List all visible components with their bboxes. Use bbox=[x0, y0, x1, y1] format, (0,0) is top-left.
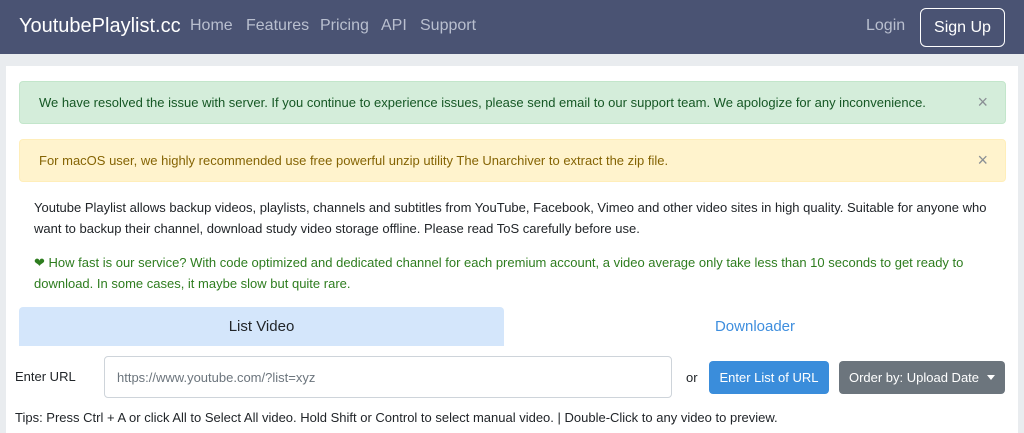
nav-home-link[interactable]: Home bbox=[190, 17, 233, 35]
nav-features-link[interactable]: Features bbox=[246, 17, 309, 35]
enter-list-of-url-button[interactable]: Enter List of URL bbox=[709, 361, 829, 394]
brand-logo[interactable]: YoutubePlaylist.cc bbox=[19, 15, 181, 38]
heart-icon: ❤ bbox=[34, 255, 45, 270]
nav-api-link[interactable]: API bbox=[381, 17, 407, 35]
caret-down-icon bbox=[987, 375, 996, 380]
tab-downloader[interactable]: Downloader bbox=[504, 307, 1006, 346]
url-label: Enter URL bbox=[15, 369, 76, 384]
signup-button[interactable]: Sign Up bbox=[920, 8, 1005, 47]
macos-unzip-alert: For macOS user, we highly recommended us… bbox=[19, 139, 1006, 182]
server-resolved-alert: We have resolved the issue with server. … bbox=[19, 81, 1006, 124]
or-separator: or bbox=[686, 370, 698, 385]
order-by-dropdown[interactable]: Order by: Upload Date bbox=[839, 361, 1005, 394]
speed-note-text: How fast is our service? With code optim… bbox=[34, 255, 964, 291]
tips-text: Tips: Press Ctrl + A or click All to Sel… bbox=[15, 410, 778, 425]
success-alert-text: We have resolved the issue with server. … bbox=[39, 95, 926, 110]
service-description: Youtube Playlist allows backup videos, p… bbox=[34, 200, 987, 236]
nav-pricing-link[interactable]: Pricing bbox=[320, 17, 369, 35]
warning-alert-text: For macOS user, we highly recommended us… bbox=[39, 153, 669, 168]
login-link[interactable]: Login bbox=[866, 17, 905, 35]
nav-support-link[interactable]: Support bbox=[420, 17, 476, 35]
tab-list-video[interactable]: List Video bbox=[19, 307, 504, 346]
close-icon[interactable]: × bbox=[977, 92, 988, 113]
close-icon[interactable]: × bbox=[977, 150, 988, 171]
speed-note: ❤ How fast is our service? With code opt… bbox=[34, 252, 994, 294]
order-by-label: Order by: Upload Date bbox=[848, 370, 980, 385]
url-input[interactable] bbox=[104, 356, 672, 398]
top-navbar: YoutubePlaylist.cc Home Features Pricing… bbox=[0, 0, 1024, 54]
